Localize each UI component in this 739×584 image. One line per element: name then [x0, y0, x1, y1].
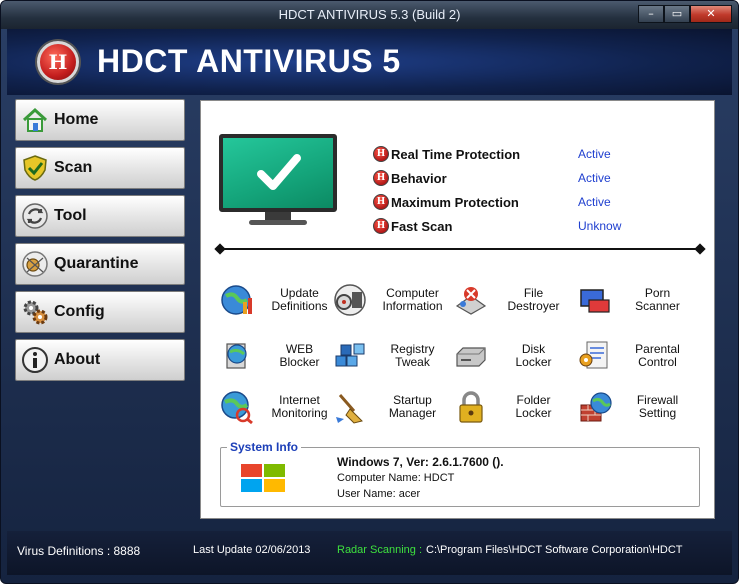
- tool-label: Update Definitions: [271, 286, 328, 313]
- minimize-button[interactable]: –: [638, 5, 664, 23]
- padlock-icon: [453, 389, 489, 425]
- protection-label: Fast Scan: [391, 218, 453, 234]
- sidebar-item-home[interactable]: Home: [15, 99, 185, 141]
- globe-update-icon: [219, 282, 255, 318]
- tool-label: Parental Control: [635, 342, 680, 369]
- home-icon: [20, 105, 50, 135]
- tool-parental-control[interactable]: Parental Control: [577, 333, 702, 379]
- app-header: H HDCT ANTIVIRUS 5: [7, 29, 732, 95]
- os-version: Windows 7, Ver: 2.6.1.7600 ().: [337, 455, 504, 469]
- window-controls: – ▭ ✕: [638, 5, 732, 23]
- tool-porn-scanner[interactable]: Porn Scanner: [577, 277, 702, 323]
- protection-item: H Fast Scan Unknow: [373, 214, 623, 238]
- protection-item: H Real Time Protection Active: [373, 142, 623, 166]
- protection-label: Maximum Protection: [391, 194, 519, 210]
- sidebar-item-label: Tool: [54, 207, 87, 224]
- tool-computer-information[interactable]: Computer Information: [332, 277, 457, 323]
- startup-broom-icon: [332, 389, 368, 425]
- window-title: HDCT ANTIVIRUS 5.3 (Build 2): [278, 7, 461, 22]
- close-button[interactable]: ✕: [690, 5, 732, 23]
- tool-label: Folder Locker: [515, 393, 552, 420]
- hdct-badge-icon: H: [373, 194, 389, 210]
- sidebar-item-tool[interactable]: Tool: [15, 195, 185, 237]
- tool-folder-locker[interactable]: Folder Locker: [453, 384, 578, 430]
- shield-check-icon: [20, 153, 50, 183]
- tool-label: WEB Blocker: [279, 342, 320, 369]
- tool-label: Disk Locker: [515, 342, 552, 369]
- protection-label: Behavior: [391, 170, 447, 186]
- status-bar: Virus Definitions : 8888 Last Update 02/…: [7, 531, 732, 575]
- sidebar-item-label: Quarantine: [54, 255, 139, 272]
- info-icon: [20, 345, 50, 375]
- tool-update-definitions[interactable]: Update Definitions: [219, 277, 344, 323]
- tool-label: Internet Monitoring: [271, 393, 328, 420]
- tool-label: Startup Manager: [388, 393, 437, 420]
- app-window: HDCT ANTIVIRUS 5.3 (Build 2) – ▭ ✕ H HDC…: [0, 0, 739, 584]
- sidebar-item-label: Scan: [54, 159, 93, 176]
- protection-status: Unknow: [578, 219, 622, 233]
- sidebar-item-label: About: [54, 351, 101, 368]
- user-name: User Name: acer: [337, 488, 421, 500]
- hdct-badge-icon: H: [373, 146, 389, 162]
- monitor-check-icon: [219, 134, 337, 228]
- tool-web-blocker[interactable]: WEB Blocker: [219, 333, 344, 379]
- protection-status: Active: [578, 147, 611, 161]
- firewall-globe-icon: [577, 389, 613, 425]
- tool-registry-tweak[interactable]: Registry Tweak: [332, 333, 457, 379]
- tool-label: Registry Tweak: [390, 342, 435, 369]
- tool-label: Computer Information: [382, 286, 443, 313]
- protection-status: Active: [578, 171, 611, 185]
- sidebar-item-scan[interactable]: Scan: [15, 147, 185, 189]
- tool-label: File Destroyer: [507, 286, 560, 313]
- last-update: Last Update 02/06/2013: [193, 544, 311, 556]
- maximize-button[interactable]: ▭: [664, 5, 690, 23]
- tool-file-destroyer[interactable]: File Destroyer: [453, 277, 578, 323]
- main-panel: H Real Time Protection Active H Behavior…: [200, 100, 715, 519]
- porn-scanner-icon: [577, 282, 613, 318]
- sidebar-item-config[interactable]: Config: [15, 291, 185, 333]
- disk-drive-icon: [453, 338, 489, 374]
- app-name: HDCT ANTIVIRUS 5: [97, 43, 401, 79]
- tool-disk-locker[interactable]: Disk Locker: [453, 333, 578, 379]
- sidebar-item-quarantine[interactable]: Quarantine: [15, 243, 185, 285]
- title-bar[interactable]: HDCT ANTIVIRUS 5.3 (Build 2) – ▭ ✕: [1, 1, 738, 29]
- radar-scanning-path: C:\Program Files\HDCT Software Corporati…: [426, 544, 683, 556]
- hdct-logo-icon: H: [37, 41, 79, 83]
- tool-startup-manager[interactable]: Startup Manager: [332, 384, 457, 430]
- protection-item: H Behavior Active: [373, 166, 623, 190]
- system-info-legend: System Info: [227, 440, 302, 454]
- gears-icon: [20, 297, 50, 327]
- tool-label: Firewall Setting: [636, 393, 679, 420]
- protection-label: Real Time Protection: [391, 146, 521, 162]
- hdct-badge-icon: H: [373, 170, 389, 186]
- web-blocker-icon: [219, 338, 255, 374]
- protection-status: Active: [578, 195, 611, 209]
- virus-definitions-count: Virus Definitions : 8888: [17, 544, 141, 558]
- sidebar-item-label: Home: [54, 111, 99, 128]
- sidebar-item-label: Config: [54, 303, 105, 320]
- hdct-badge-icon: H: [373, 218, 389, 234]
- radar-scanning-label: Radar Scanning :: [337, 544, 422, 556]
- computer-info-icon: [332, 282, 368, 318]
- file-destroyer-icon: [453, 282, 489, 318]
- protection-list: H Real Time Protection Active H Behavior…: [373, 142, 623, 238]
- sidebar-item-about[interactable]: About: [15, 339, 185, 381]
- tool-arrows-icon: [20, 201, 50, 231]
- internet-monitor-icon: [219, 389, 255, 425]
- system-info-group: System Info Windows 7, Ver: 2.6.1.7600 (…: [220, 440, 700, 507]
- windows-logo-icon: [241, 464, 285, 492]
- computer-name: Computer Name: HDCT: [337, 472, 455, 484]
- tool-firewall-setting[interactable]: Firewall Setting: [577, 384, 702, 430]
- quarantine-icon: [20, 249, 50, 279]
- sidebar: Home Scan Tool Quarantine Config About: [15, 99, 187, 387]
- tool-label: Porn Scanner: [635, 286, 680, 313]
- tool-internet-monitoring[interactable]: Internet Monitoring: [219, 384, 344, 430]
- registry-cubes-icon: [332, 338, 368, 374]
- protection-item: H Maximum Protection Active: [373, 190, 623, 214]
- section-divider: [219, 248, 701, 250]
- parental-control-icon: [577, 338, 613, 374]
